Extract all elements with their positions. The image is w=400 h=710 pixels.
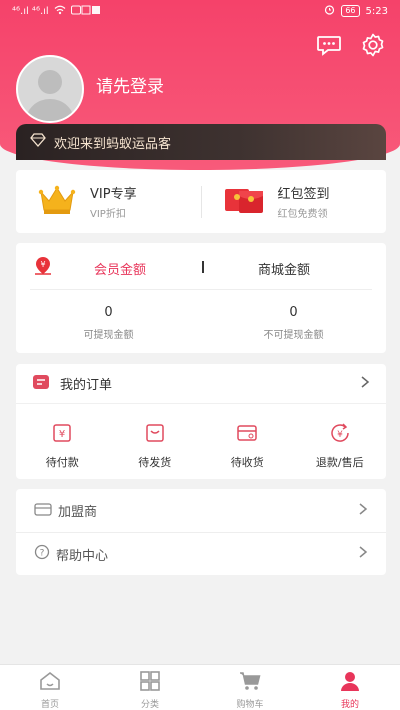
order-pending-shipment[interactable]: 待发货 [115,422,195,470]
refund-icon: ¥ [328,422,352,448]
tab-label: 首页 [40,700,59,710]
vip-subtitle: VIP折扣 [90,209,126,220]
cart-icon [238,670,262,695]
balance-card: ¥ 会员金额 商城金额 0 可提现金额 0 不可提现金额 [16,243,386,353]
tab-home[interactable]: 首页 [0,665,100,710]
vip-card: VIP专享 VIP折扣 红包签到 红包免费领 [16,170,386,233]
status-left: ⁴⁶.ıl ⁴⁶.ıl [12,5,101,18]
orders-title: 我的订单 [60,378,113,393]
order-pending-receipt[interactable]: 待收货 [207,422,287,470]
pending-payment-icon: ¥ [51,422,73,448]
vip-exclusive[interactable]: VIP专享 VIP折扣 [16,183,201,220]
red-envelope-icon [224,185,264,219]
status-bar: ⁴⁶.ıl ⁴⁶.ıl 66 5:23 [0,0,400,22]
menu-label: 加盟商 [58,505,98,520]
tab-profile[interactable]: 我的 [300,665,400,710]
menu-item-help[interactable]: ? 帮助中心 [16,532,386,575]
login-prompt[interactable]: 请先登录 [96,72,164,97]
category-icon [138,670,162,695]
order-refund[interactable]: ¥ 退款/售后 [300,422,380,470]
order-status-row: ¥ 待付款 待发货 待收货 ¥ 退款/售后 [16,404,386,470]
header-actions [316,32,386,58]
profile-icon [338,670,362,695]
chevron-right-icon [358,545,368,563]
withdrawable-value: 0 [104,305,113,320]
vip-title: VIP专享 [90,187,137,202]
default-avatar-icon [26,70,74,121]
wifi-icon [54,5,66,18]
welcome-text: 欢迎来到蚂蚁运品客 [54,136,172,152]
avatar[interactable] [16,55,84,123]
svg-text:¥: ¥ [59,429,65,440]
menu-label: 帮助中心 [56,548,109,564]
tab-label: 购物车 [236,700,264,710]
tab-label: 我的 [340,700,359,710]
divider [30,289,372,290]
non-withdrawable-label: 不可提现金额 [263,330,324,341]
menu-item-franchise[interactable]: 加盟商 [16,489,386,532]
alarm-icon [324,4,335,18]
pending-shipment-icon [144,422,166,448]
clock: 5:23 [365,5,388,17]
red-packet-checkin[interactable]: 红包签到 红包免费领 [202,183,387,220]
red-packet-title: 红包签到 [277,187,330,202]
profile-header: ⁴⁶.ıl ⁴⁶.ıl 66 5:23 请先登录 欢迎来到蚂蚁运品客 [0,0,400,170]
settings-gear-icon[interactable] [360,32,386,58]
order-pending-payment[interactable]: ¥ 待付款 [22,422,102,470]
menu-card: 加盟商 ? 帮助中心 [16,489,386,575]
member-money-icon: ¥ [32,255,54,281]
bottom-tab-bar: 首页 分类 购物车 我的 [0,664,400,710]
my-orders-row[interactable]: 我的订单 [16,364,386,404]
diamond-icon [30,133,46,151]
red-packet-subtitle: 红包免费领 [277,209,328,220]
withdrawable-amount: 0 可提现金额 [16,305,201,341]
tab-member-balance[interactable]: 会员金额 [94,259,146,278]
battery-indicator: 66 [341,5,360,17]
tab-label: 分类 [140,700,159,710]
chevron-right-icon [360,374,370,393]
chevron-right-icon [358,502,368,520]
welcome-banner: 欢迎来到蚂蚁运品客 [16,124,386,160]
crown-icon [38,184,76,220]
franchise-icon [34,501,52,521]
pending-receipt-icon [236,422,258,448]
tab-category[interactable]: 分类 [100,665,200,710]
order-label: 待付款 [45,456,79,469]
message-icon[interactable] [316,32,342,58]
orders-card: 我的订单 ¥ 待付款 待发货 待收货 ¥ 退款/售后 [16,364,386,479]
status-right: 66 5:23 [324,4,388,18]
help-icon: ? [34,544,50,564]
home-icon [38,670,62,695]
notification-icons [70,5,101,18]
non-withdrawable-amount: 0 不可提现金额 [201,305,386,341]
tab-cart[interactable]: 购物车 [200,665,300,710]
svg-text:?: ? [40,549,45,559]
non-withdrawable-value: 0 [289,305,298,320]
tab-separator [202,261,204,273]
order-label: 退款/售后 [315,456,364,469]
signal-text: ⁴⁶.ıl ⁴⁶.ıl [12,5,49,17]
orders-icon [32,373,50,395]
svg-text:¥: ¥ [40,260,45,269]
svg-text:¥: ¥ [337,430,343,440]
withdrawable-label: 可提现金额 [83,330,134,341]
order-label: 待发货 [138,456,172,469]
order-label: 待收货 [230,456,264,469]
tab-mall-balance[interactable]: 商城金额 [258,259,310,278]
